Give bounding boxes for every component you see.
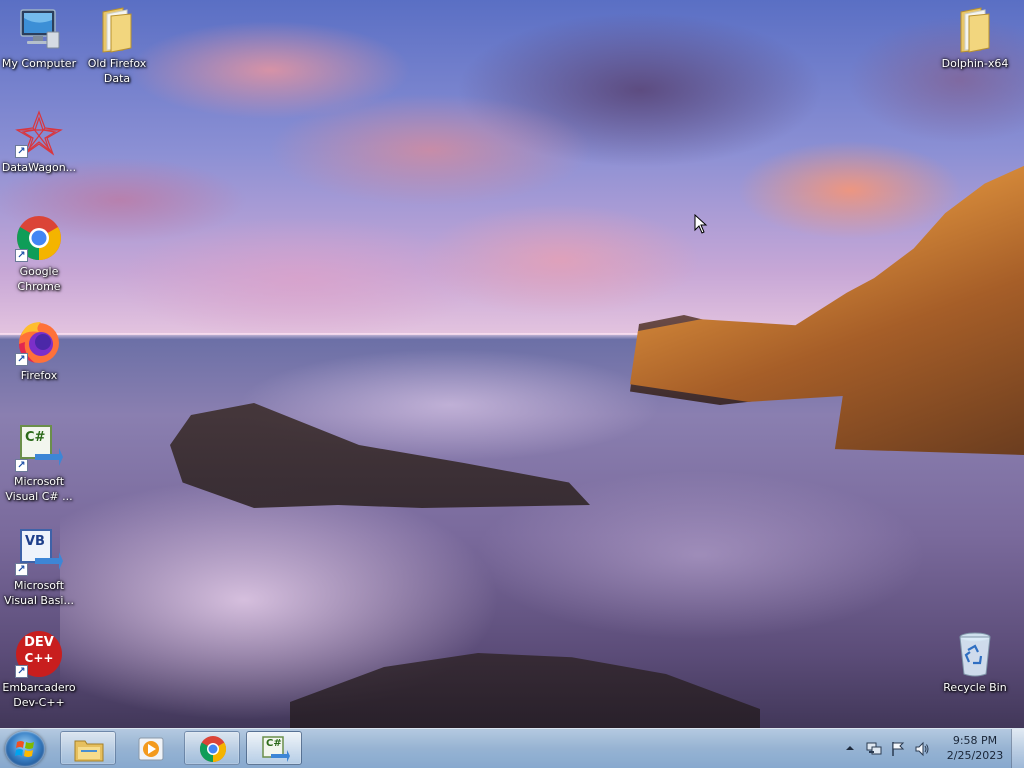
- visual-csharp-icon: C# ↗: [15, 424, 63, 472]
- chrome-icon: [199, 736, 227, 763]
- taskbar-visual-csharp[interactable]: C#: [246, 731, 302, 765]
- shortcut-arrow-icon: ↗: [15, 563, 28, 576]
- shortcut-arrow-icon: ↗: [15, 353, 28, 366]
- desktop-icon-label: Recycle Bin: [943, 681, 1007, 694]
- clock-date: 2/25/2023: [946, 749, 1004, 762]
- devcpp-badge-top: DEV: [24, 635, 54, 650]
- desktop-icon-label: Microsoft Visual C# ...: [5, 475, 73, 503]
- shortcut-arrow-icon: ↗: [15, 249, 28, 262]
- desktop-icon-datawagon[interactable]: ↗ DataWagon...: [0, 110, 78, 175]
- desktop-icon-firefox[interactable]: ↗ Firefox: [0, 318, 78, 383]
- desktop-icon-visual-basic[interactable]: VB ↗ Microsoft Visual Basi...: [0, 528, 78, 608]
- desktop-icon-label: Dolphin-x64: [941, 57, 1009, 70]
- windows-start-icon: [15, 741, 34, 757]
- start-button[interactable]: [5, 731, 45, 767]
- taskbar: C# 9:58 PM 2/25/2023: [0, 728, 1024, 768]
- clock-time: 9:58 PM: [952, 734, 998, 747]
- recycle-bin-icon: [951, 630, 999, 678]
- desktop-icon-label: Embarcadero Dev-C++: [2, 681, 76, 709]
- desktop-icon-label: Microsoft Visual Basi...: [4, 579, 74, 607]
- devcpp-icon: DEV C++ ↗: [15, 630, 63, 678]
- show-desktop-button[interactable]: [1011, 729, 1024, 768]
- desktop-icon-label: DataWagon...: [1, 161, 77, 174]
- media-player-icon: [138, 737, 164, 761]
- datawagon-icon: ↗: [15, 110, 63, 158]
- desktop-icon-my-computer[interactable]: My Computer: [0, 6, 78, 71]
- desktop-icon-dev-cpp[interactable]: DEV C++ ↗ Embarcadero Dev-C++: [0, 630, 78, 710]
- desktop-icon-label: Firefox: [20, 369, 58, 382]
- desktop-icon-recycle-bin[interactable]: Recycle Bin: [936, 630, 1014, 695]
- desktop-icon-google-chrome[interactable]: ↗ Google Chrome: [0, 214, 78, 294]
- taskbar-media-player[interactable]: [122, 731, 178, 765]
- desktop[interactable]: My Computer Old Firefox Data ↗ DataWagon…: [0, 0, 1024, 768]
- folder-icon: [951, 6, 999, 54]
- show-hidden-icons-chevron-icon[interactable]: [846, 744, 854, 752]
- vb-badge: VB: [25, 534, 45, 549]
- system-clock[interactable]: 9:58 PM 2/25/2023: [940, 733, 1010, 763]
- action-center-flag-icon[interactable]: [890, 741, 906, 757]
- desktop-icon-old-firefox-data[interactable]: Old Firefox Data: [78, 6, 156, 86]
- taskbar-google-chrome[interactable]: [184, 731, 240, 765]
- taskbar-file-explorer[interactable]: [60, 731, 116, 765]
- network-icon[interactable]: [866, 741, 882, 757]
- visual-basic-icon: VB ↗: [15, 528, 63, 576]
- shortcut-arrow-icon: ↗: [15, 459, 28, 472]
- desktop-icon-label: Google Chrome: [17, 265, 61, 293]
- taskbar-csharp-badge: C#: [266, 738, 282, 749]
- devcpp-badge-bottom: C++: [24, 651, 54, 665]
- desktop-icon-visual-csharp[interactable]: C# ↗ Microsoft Visual C# ...: [0, 424, 78, 504]
- desktop-icon-dolphin-x64[interactable]: Dolphin-x64: [936, 6, 1014, 71]
- csharp-badge: C#: [25, 430, 46, 445]
- mouse-cursor-icon: [694, 214, 708, 234]
- volume-icon[interactable]: [914, 741, 930, 757]
- desktop-icon-label: My Computer: [1, 57, 77, 70]
- shortcut-arrow-icon: ↗: [15, 665, 28, 678]
- shortcut-arrow-icon: ↗: [15, 145, 28, 158]
- folder-icon: [74, 740, 104, 762]
- computer-icon: [15, 6, 63, 54]
- folder-icon: [93, 6, 141, 54]
- desktop-icon-label: Old Firefox Data: [87, 57, 147, 85]
- firefox-icon: ↗: [15, 318, 63, 366]
- chrome-icon: ↗: [15, 214, 63, 262]
